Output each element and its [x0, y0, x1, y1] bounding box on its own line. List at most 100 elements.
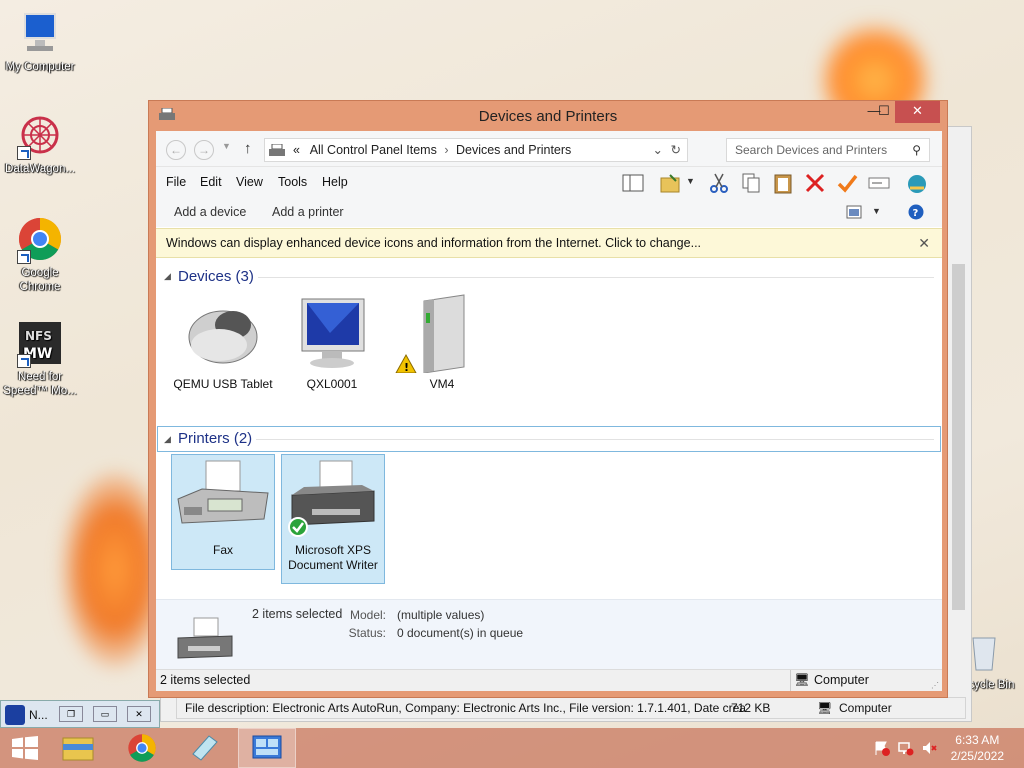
shortcut-arrow-icon: [17, 250, 31, 264]
details-printer-icon: [177, 617, 233, 659]
taskbar-app[interactable]: [176, 728, 234, 768]
device-label: QXL0001: [306, 377, 358, 391]
menu-tools[interactable]: Tools: [278, 175, 307, 189]
folder-options-chevron-icon[interactable]: ▼: [686, 176, 695, 186]
menu-file[interactable]: File: [166, 175, 186, 189]
devices-group-collapse-icon[interactable]: ◢: [164, 271, 171, 282]
file-description-text: File description: Electronic Arts AutoRu…: [185, 701, 746, 715]
background-window-statusbar: File description: Electronic Arts AutoRu…: [176, 697, 966, 719]
svg-text:NFS: NFS: [25, 329, 52, 343]
status-divider: [790, 670, 791, 691]
copy-icon[interactable]: [740, 172, 762, 194]
printers-group-collapse-icon[interactable]: ◢: [164, 434, 171, 445]
printer-microsoft-xps-document-writer[interactable]: Microsoft XPS Document Writer: [281, 454, 385, 584]
minimized-window[interactable]: N... ❐ ▭ ✕: [0, 700, 160, 728]
desktop-icon-need-for-speed[interactable]: NFS MW Need for Speed™ Mo...: [0, 320, 80, 398]
window-client: ← → ▼ ↑ « All Control Panel Items › Devi…: [156, 131, 942, 691]
status-location: Computer: [814, 673, 869, 687]
search-placeholder: Search Devices and Printers: [735, 143, 888, 157]
devices-group-divider: [258, 277, 934, 278]
chrome-icon: [128, 734, 156, 762]
title-bar[interactable]: Devices and Printers — ☐ ✕: [149, 101, 947, 131]
breadcrumb-separator[interactable]: ›: [440, 143, 452, 157]
search-icon[interactable]: ⚲: [912, 139, 921, 161]
mouse-icon: [171, 293, 275, 373]
change-view-icon[interactable]: [846, 205, 862, 219]
search-input[interactable]: Search Devices and Printers ⚲: [726, 138, 930, 162]
recent-pages-chevron-icon[interactable]: ▼: [222, 141, 231, 151]
desktop-icon-datawagon[interactable]: DataWagon...: [0, 112, 80, 176]
maximize-icon[interactable]: ▭: [93, 706, 117, 722]
app-icon: [5, 705, 25, 725]
device-label: VM4: [429, 377, 455, 391]
close-icon[interactable]: ✕: [127, 706, 151, 722]
delete-icon[interactable]: [804, 172, 826, 194]
cut-icon[interactable]: [708, 172, 730, 194]
add-device-button[interactable]: Add a device: [174, 205, 246, 219]
file-size-text: 712 KB: [731, 701, 771, 715]
info-bar[interactable]: Windows can display enhanced device icon…: [156, 228, 942, 258]
device-qemu-usb-tablet[interactable]: QEMU USB Tablet: [171, 293, 275, 392]
rename-icon[interactable]: [868, 172, 890, 194]
minimized-window-label: N...: [29, 708, 48, 722]
preview-pane-icon[interactable]: [622, 172, 644, 194]
drive-icon: !: [390, 293, 494, 374]
volume-icon[interactable]: [922, 740, 938, 756]
menu-view[interactable]: View: [236, 175, 263, 189]
device-qxl0001[interactable]: QXL0001: [280, 293, 384, 392]
desktop-icon-label: Need for Speed™ Mo...: [3, 371, 77, 397]
desktop-icon-my-computer[interactable]: My Computer: [0, 10, 80, 74]
address-dropdown-chevron-icon[interactable]: ⌄: [653, 139, 663, 161]
change-view-chevron-icon[interactable]: ▼: [872, 206, 881, 216]
devices-and-printers-window[interactable]: Devices and Printers — ☐ ✕ ← → ▼ ↑ « All…: [148, 100, 948, 698]
desktop-icon-google-chrome[interactable]: Google Chrome: [0, 216, 80, 294]
background-window-scrollbar[interactable]: [950, 250, 967, 680]
printer-fax[interactable]: Fax: [171, 454, 275, 570]
computer-zone-icon: 🖥: [817, 701, 833, 715]
refresh-icon[interactable]: ↻: [671, 139, 681, 161]
desktop-icon-label: Google Chrome: [19, 267, 61, 293]
monitor-icon: [280, 293, 384, 373]
globe-icon[interactable]: [906, 172, 928, 194]
up-arrow-icon[interactable]: ↑: [244, 140, 252, 157]
printers-group-header[interactable]: Printers (2): [178, 430, 252, 447]
paste-icon[interactable]: [772, 172, 794, 194]
breadcrumb-all-control-panel-items[interactable]: All Control Panel Items: [310, 143, 437, 157]
shortcut-arrow-icon: [17, 354, 31, 368]
datawagon-icon: [17, 112, 63, 160]
add-printer-button[interactable]: Add a printer: [272, 205, 344, 219]
taskbar-chrome[interactable]: [114, 728, 172, 768]
address-bar-row: ← → ▼ ↑ « All Control Panel Items › Devi…: [156, 131, 942, 167]
windows-logo-icon: [12, 736, 38, 760]
svg-text:?: ?: [913, 208, 919, 219]
address-box[interactable]: « All Control Panel Items › Devices and …: [264, 138, 688, 162]
taskbar-devices-and-printers[interactable]: [238, 728, 296, 768]
command-bar: Add a device Add a printer ▼ ?: [156, 197, 942, 227]
restore-icon[interactable]: ❐: [59, 706, 83, 722]
device-vm4[interactable]: ! VM4: [390, 293, 494, 392]
details-selected-count: 2 items selected: [252, 607, 343, 621]
network-icon[interactable]: [898, 740, 914, 756]
folder-options-icon[interactable]: [660, 172, 682, 194]
properties-check-icon[interactable]: [836, 172, 858, 194]
details-model-label: Model:: [349, 608, 386, 622]
devices-group-header[interactable]: Devices (3): [178, 268, 254, 285]
taskbar-clock[interactable]: 6:33 AM 2/25/2022: [951, 732, 1004, 764]
menu-help[interactable]: Help: [322, 175, 348, 189]
back-arrow-icon[interactable]: ←: [166, 140, 186, 160]
info-bar-text[interactable]: Windows can display enhanced device icon…: [166, 236, 701, 250]
printers-group-divider: [256, 439, 934, 440]
taskbar-file-explorer[interactable]: [50, 728, 108, 768]
menu-edit[interactable]: Edit: [200, 175, 222, 189]
close-button[interactable]: ✕: [895, 101, 940, 123]
info-bar-close-icon[interactable]: ✕: [918, 229, 930, 257]
forward-arrow-icon[interactable]: →: [194, 140, 214, 160]
chrome-icon: [17, 216, 63, 264]
breadcrumb-devices-and-printers[interactable]: Devices and Printers: [456, 143, 571, 157]
menu-bar: File Edit View Tools Help ▼: [156, 167, 942, 197]
action-center-flag-icon[interactable]: [874, 740, 890, 756]
resize-grip-icon[interactable]: ⋰: [931, 675, 939, 696]
address-overflow[interactable]: «: [293, 143, 300, 157]
scrollbar-thumb[interactable]: [952, 264, 965, 610]
help-icon[interactable]: ?: [908, 204, 924, 220]
